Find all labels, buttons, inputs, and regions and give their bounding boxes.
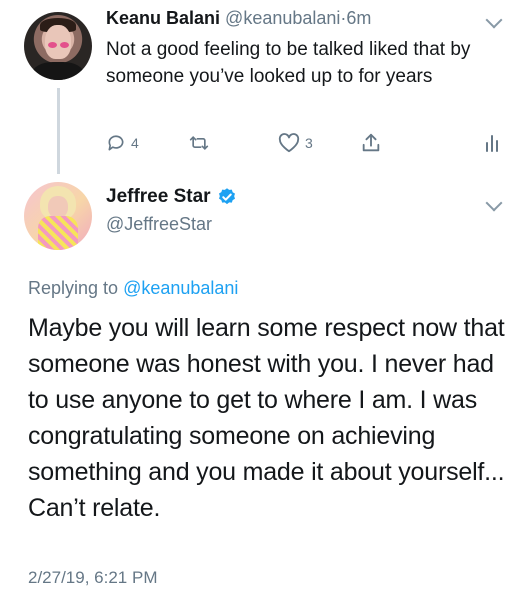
parent-tweet-age[interactable]: 6m bbox=[346, 8, 371, 28]
replying-prefix: Replying to bbox=[28, 278, 119, 298]
replying-to-line: Replying to @keanubalani bbox=[28, 278, 238, 299]
analytics-button[interactable] bbox=[484, 130, 500, 156]
share-icon bbox=[362, 133, 380, 152]
reply-count: 4 bbox=[131, 135, 139, 151]
like-button[interactable]: 3 bbox=[278, 130, 313, 156]
parent-tweet-text: Not a good feeling to be talked liked th… bbox=[106, 39, 471, 87]
tweet-timestamp[interactable]: 2/27/19, 6:21 PM bbox=[28, 568, 157, 588]
parent-handle[interactable]: @keanubalani bbox=[225, 8, 340, 28]
parent-tweet-header: Keanu Balani @keanubalani·6m bbox=[106, 8, 371, 29]
parent-tweet-actions: 4 3 bbox=[106, 130, 506, 156]
reply-icon bbox=[108, 135, 124, 151]
retweet-icon bbox=[189, 136, 209, 150]
main-tweet-text: Maybe you will learn some respect now th… bbox=[28, 314, 505, 522]
main-handle[interactable]: @JeffreeStar bbox=[106, 214, 212, 235]
parent-display-name[interactable]: Keanu Balani bbox=[106, 8, 220, 28]
thread-connector-line bbox=[57, 88, 60, 174]
main-tweet-header: Jeffree Star bbox=[106, 186, 237, 208]
like-count: 3 bbox=[305, 135, 313, 151]
chevron-down-icon[interactable] bbox=[485, 11, 503, 29]
avatar-jeffree[interactable] bbox=[24, 182, 92, 250]
verified-badge-icon bbox=[218, 188, 235, 205]
replying-to-link[interactable]: @keanubalani bbox=[123, 278, 238, 298]
chevron-down-icon[interactable] bbox=[485, 194, 503, 212]
reply-button[interactable]: 4 bbox=[106, 130, 139, 156]
like-icon bbox=[278, 133, 300, 153]
analytics-icon bbox=[486, 135, 498, 152]
share-button[interactable] bbox=[360, 130, 382, 156]
retweet-button[interactable] bbox=[188, 130, 215, 156]
avatar-keanu[interactable] bbox=[24, 12, 92, 80]
main-display-name[interactable]: Jeffree Star bbox=[106, 186, 211, 208]
